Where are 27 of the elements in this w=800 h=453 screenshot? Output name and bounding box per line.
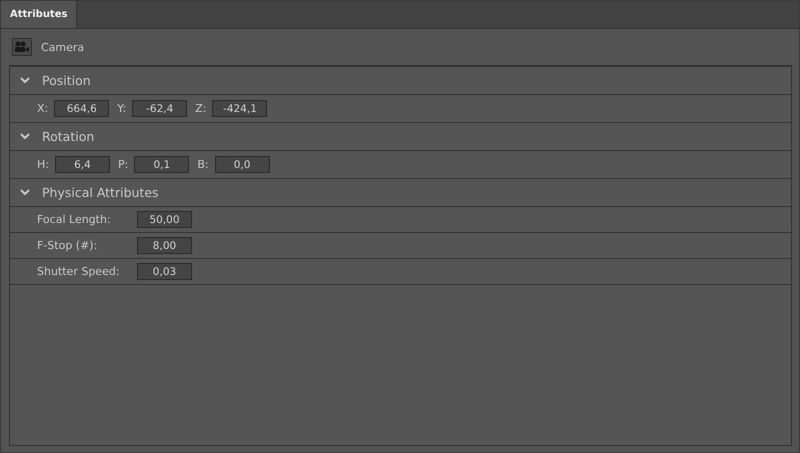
field-label: X: bbox=[37, 102, 48, 115]
field-label: Y: bbox=[117, 102, 126, 115]
field-label: Z: bbox=[195, 102, 206, 115]
panel-tab[interactable]: Attributes bbox=[1, 1, 78, 28]
number-field[interactable]: 0,03 bbox=[137, 263, 192, 280]
chevron-icon[interactable] bbox=[20, 133, 30, 140]
field-label: F-Stop (#): bbox=[37, 239, 98, 252]
field-label: P: bbox=[118, 158, 128, 171]
chevron-icon[interactable] bbox=[20, 77, 30, 84]
number-field[interactable]: 664,6 bbox=[54, 100, 110, 117]
number-field[interactable]: 8,00 bbox=[137, 237, 192, 254]
video-camera-icon bbox=[12, 38, 32, 56]
number-field[interactable]: -62,4 bbox=[132, 100, 188, 117]
section-title[interactable]: Rotation bbox=[42, 129, 94, 144]
chevron-icon[interactable] bbox=[20, 189, 30, 196]
number-field[interactable]: 0,0 bbox=[214, 156, 270, 173]
field-label: Focal Length: bbox=[37, 213, 112, 226]
number-field[interactable]: 6,4 bbox=[54, 156, 110, 173]
field-label: Shutter Speed: bbox=[37, 265, 121, 278]
object-name: Camera bbox=[41, 40, 84, 54]
number-field[interactable]: -424,1 bbox=[212, 100, 268, 117]
field-label: H: bbox=[37, 158, 49, 171]
field-label: B: bbox=[197, 158, 209, 171]
section-title[interactable]: Position bbox=[42, 73, 91, 88]
number-field[interactable]: 50,00 bbox=[137, 211, 192, 228]
section-title[interactable]: Physical Attributes bbox=[42, 185, 159, 200]
number-field[interactable]: 0,1 bbox=[134, 156, 190, 173]
